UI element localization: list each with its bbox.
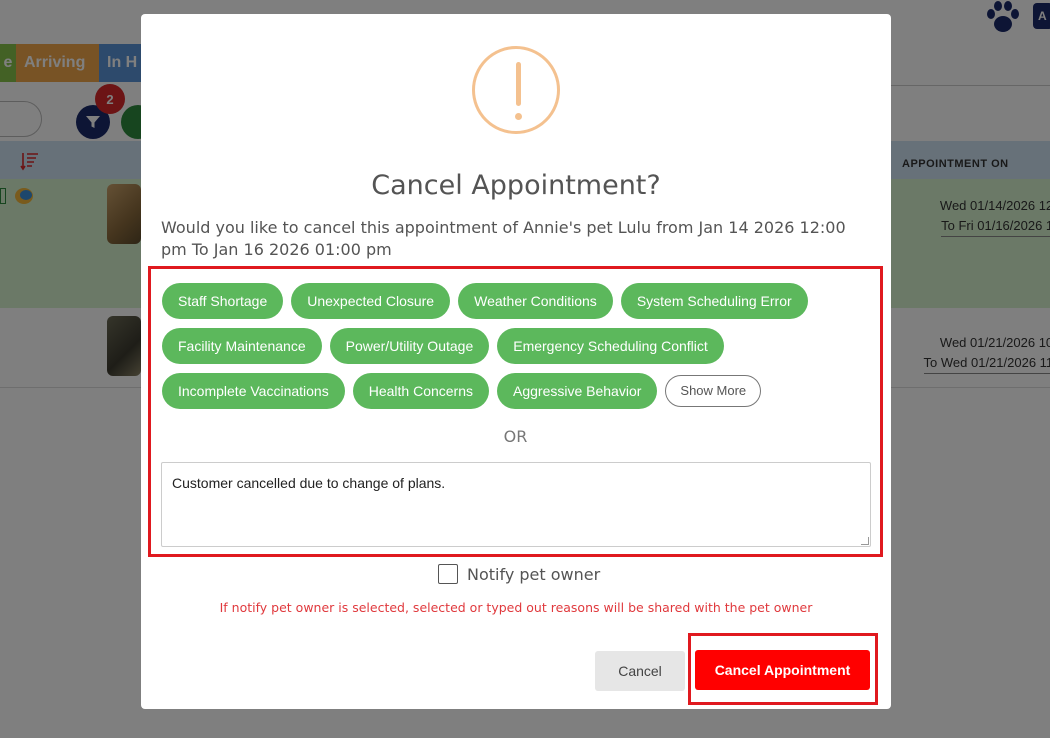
reason-chip[interactable]: Staff Shortage [162,283,284,319]
dialog-title: Cancel Appointment? [371,170,661,201]
notify-option: Notify pet owner [438,564,600,584]
dialog-message: Would you like to cancel this appointmen… [161,218,846,259]
reason-text: Customer cancelled due to change of plan… [172,475,446,491]
cancel-appointment-button[interactable]: Cancel Appointment [695,650,870,690]
reason-chip[interactable]: Incomplete Vaccinations [162,373,345,409]
reason-chips: Staff Shortage Unexpected Closure Weathe… [162,283,872,418]
notify-label[interactable]: Notify pet owner [467,565,600,584]
reason-chip[interactable]: Unexpected Closure [291,283,451,319]
reason-chip[interactable]: System Scheduling Error [620,283,808,319]
reason-textarea[interactable]: Customer cancelled due to change of plan… [161,462,871,547]
reason-selection-box: Staff Shortage Unexpected Closure Weathe… [148,266,883,557]
reason-chip[interactable]: Health Concerns [352,373,489,409]
warning-icon [472,46,560,134]
reason-chip[interactable]: Aggressive Behavior [497,373,658,409]
notify-checkbox[interactable] [438,564,458,584]
notify-warning: If notify pet owner is selected, selecte… [219,600,813,615]
reason-chip[interactable]: Power/Utility Outage [329,328,490,364]
reason-chip[interactable]: Weather Conditions [458,283,613,319]
cancel-button[interactable]: Cancel [595,651,685,691]
show-more-button[interactable]: Show More [665,375,762,407]
or-separator: OR [503,427,528,446]
reason-chip[interactable]: Facility Maintenance [162,328,322,364]
resize-handle[interactable] [861,537,869,545]
cancel-appointment-dialog: Cancel Appointment? Would you like to ca… [141,14,891,709]
reason-chip[interactable]: Emergency Scheduling Conflict [497,328,724,364]
